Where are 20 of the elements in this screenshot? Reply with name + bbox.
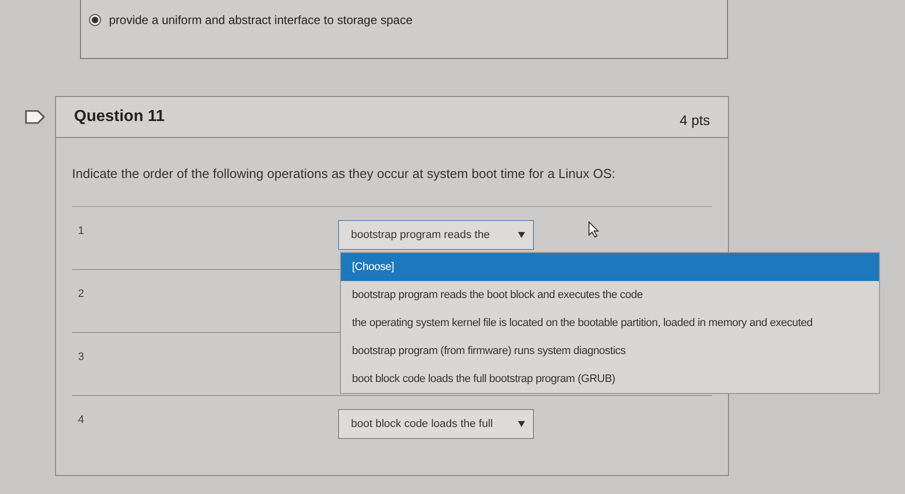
question-text: Indicate the order of the following operations as they occur at system boot time for a Linux OS: bbox=[72, 166, 616, 183]
dropdown-option[interactable]: the operating system kernel file is located on the bootable partition, loaded in memory and executed bbox=[341, 309, 879, 337]
caret-icon bbox=[518, 421, 525, 427]
order-number: 4 bbox=[77, 413, 86, 426]
bookmark-icon[interactable] bbox=[25, 110, 45, 124]
dropdown-option[interactable]: bootstrap program (from firmware) runs system diagnostics bbox=[341, 337, 879, 365]
order-number: 2 bbox=[77, 287, 86, 300]
cursor-icon bbox=[588, 221, 600, 238]
radio-button[interactable] bbox=[89, 14, 101, 26]
answer-dropdown[interactable]: boot block code loads the full bbox=[338, 409, 534, 439]
caret-icon bbox=[518, 232, 525, 238]
dropdown-option[interactable]: [Choose] bbox=[341, 253, 879, 281]
order-number: 1 bbox=[77, 224, 86, 237]
dropdown-option[interactable]: boot block code loads the full bootstrap program (GRUB) bbox=[341, 365, 879, 393]
answer-dropdown[interactable]: bootstrap program reads the bbox=[338, 220, 534, 250]
dropdown-option[interactable]: bootstrap program reads the boot block and executes the code bbox=[341, 281, 879, 309]
answer-option: provide a uniform and abstract interface to storage space bbox=[109, 13, 413, 27]
points-label: 4 pts bbox=[680, 111, 710, 128]
question-title: Question 11 bbox=[74, 108, 165, 126]
order-number: 3 bbox=[77, 350, 86, 363]
